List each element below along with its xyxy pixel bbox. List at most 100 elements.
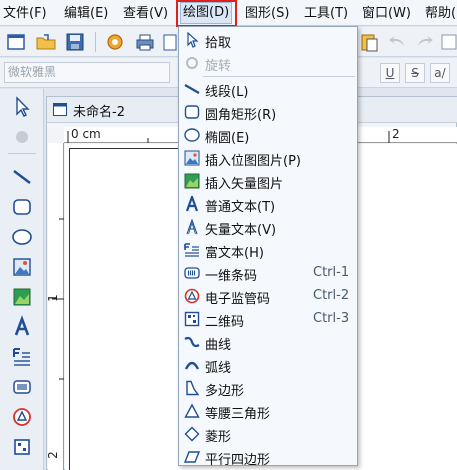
- menu-item-vector-image[interactable]: 插入矢量图片: [179, 170, 357, 193]
- ruler-label-2: 2: [392, 127, 400, 141]
- menu-item-plain-text[interactable]: 普通文本(T): [179, 193, 357, 216]
- menu-item-bitmap[interactable]: 插入位图图片(P): [179, 147, 357, 170]
- menu-item-label: 圆角矩形(R): [205, 108, 277, 123]
- text-tool-icon[interactable]: [10, 315, 34, 339]
- rich-text-icon: [184, 242, 200, 258]
- text-icon: [184, 193, 200, 212]
- bitmap-image-icon: [184, 150, 200, 166]
- draw-menu-dropdown: 拾取 旋转 线段(L) 圆角矩形(R) 椭圆(E) 插入位图图片(P) 插入矢量…: [178, 26, 358, 469]
- rich-text-tool-icon[interactable]: [10, 345, 34, 369]
- underline-button[interactable]: U: [380, 63, 400, 83]
- vertical-ruler-ticks: [52, 218, 64, 380]
- left-tool-panel: [0, 89, 44, 470]
- format-extra-button[interactable]: a/: [430, 63, 450, 83]
- document-icon: [53, 103, 67, 116]
- menu-help[interactable]: 帮助(: [425, 4, 456, 23]
- settings-gear-icon[interactable]: [104, 31, 126, 53]
- redo-icon[interactable]: [414, 31, 436, 53]
- menu-shape[interactable]: 图形(S): [245, 4, 289, 23]
- undo-icon[interactable]: [386, 31, 408, 53]
- menu-item-label: 矢量文本(V): [205, 223, 277, 238]
- new-file-icon[interactable]: [5, 31, 27, 53]
- line-segment-icon: [184, 81, 200, 97]
- menu-window[interactable]: 窗口(W): [362, 4, 411, 23]
- menu-item-label: 富文本(H): [205, 246, 264, 261]
- menu-edit[interactable]: 编辑(E): [64, 4, 108, 23]
- menu-item-label: 菱形: [205, 430, 232, 445]
- bitmap-tool-icon[interactable]: [10, 255, 34, 279]
- barcode-tool-icon[interactable]: [10, 375, 34, 399]
- page-left-border: [69, 148, 70, 470]
- strikethrough-button[interactable]: S: [405, 63, 425, 83]
- menu-view[interactable]: 查看(V): [123, 4, 168, 23]
- menu-item-rich-text[interactable]: 富文本(H): [179, 239, 357, 262]
- vector-image-icon: [184, 173, 200, 189]
- page-top-border: [69, 148, 179, 149]
- menu-item-line-segment[interactable]: 线段(L): [179, 78, 357, 101]
- menu-item-label: 拾取: [205, 36, 232, 51]
- menu-item-label: 等腰三角形: [205, 407, 271, 422]
- supervision-code-tool-icon[interactable]: [10, 405, 34, 429]
- menu-item-rounded-rect[interactable]: 圆角矩形(R): [179, 101, 357, 124]
- menu-item-label: 二维码: [205, 315, 245, 330]
- menu-item-label: 弧线: [205, 361, 232, 376]
- ruler-label-0: 0 cm: [71, 127, 101, 141]
- open-folder-icon[interactable]: [35, 31, 57, 53]
- menu-item-label: 一维条码: [205, 269, 258, 284]
- font-name-combo[interactable]: 微软雅黑: [4, 62, 170, 83]
- menu-item-barcode[interactable]: 一维条码 Ctrl-1: [179, 262, 357, 285]
- menu-item-pick[interactable]: 拾取: [179, 29, 357, 52]
- menu-item-label: 平行四边形: [205, 453, 271, 468]
- menu-separator: [203, 76, 355, 77]
- menu-item-label: 普通文本(T): [205, 200, 276, 215]
- vector-image-tool-icon[interactable]: [10, 285, 34, 309]
- menu-item-polygon[interactable]: 多边形: [179, 377, 357, 400]
- arc-icon: [184, 357, 200, 373]
- vertical-ruler-label-2: 2: [45, 451, 60, 459]
- paste-icon[interactable]: [358, 31, 380, 53]
- menu-item-label: 旋转: [205, 59, 232, 74]
- polygon-icon: [184, 380, 200, 396]
- menu-item-shortcut: Ctrl-3: [313, 311, 350, 326]
- menu-item-label: 线段(L): [205, 85, 249, 100]
- toolbar-separator: [95, 32, 96, 52]
- cursor-arrow-icon: [184, 31, 200, 48]
- line-tool-icon[interactable]: [10, 165, 34, 189]
- document-title: 未命名-2: [73, 105, 125, 120]
- menu-item-arc[interactable]: 弧线: [179, 354, 357, 377]
- qr-code-tool-icon[interactable]: [10, 435, 34, 459]
- ellipse-tool-icon[interactable]: [10, 225, 34, 249]
- menu-item-label: 椭圆(E): [205, 131, 250, 146]
- menu-item-triangle[interactable]: 等腰三角形: [179, 400, 357, 423]
- select-arrow-icon[interactable]: [10, 95, 34, 119]
- rectangle-tool-icon[interactable]: [10, 195, 34, 219]
- barcode-icon: [184, 265, 200, 281]
- menu-item-curve[interactable]: 曲线: [179, 331, 357, 354]
- save-icon[interactable]: [64, 31, 86, 53]
- menu-item-label: 曲线: [205, 338, 232, 353]
- panel-separator: [8, 153, 36, 154]
- menu-item-qr-code[interactable]: 二维码 Ctrl-3: [179, 308, 357, 331]
- vector-text-icon: [184, 218, 200, 235]
- rotate-tool-icon[interactable]: [10, 125, 34, 149]
- menu-item-label: 插入位图图片(P): [205, 154, 301, 169]
- menu-item-vector-text[interactable]: 矢量文本(V): [179, 216, 357, 239]
- curve-icon: [184, 334, 200, 350]
- menu-item-ellipse[interactable]: 椭圆(E): [179, 124, 357, 147]
- print-icon[interactable]: [134, 31, 156, 53]
- menu-item-label: 多边形: [205, 384, 245, 399]
- ellipse-icon: [184, 127, 200, 143]
- menu-item-diamond[interactable]: 菱形: [179, 423, 357, 446]
- qr-code-icon: [184, 311, 200, 327]
- toolbar-overflow-icon[interactable]: [440, 31, 457, 53]
- menu-item-rotate[interactable]: 旋转: [179, 52, 357, 75]
- rounded-rectangle-icon: [184, 104, 200, 120]
- menu-item-parallelogram[interactable]: 平行四边形: [179, 446, 357, 469]
- menu-tools[interactable]: 工具(T): [304, 4, 348, 23]
- rotate-icon: [184, 55, 200, 71]
- menu-file[interactable]: 文件(F): [3, 4, 47, 23]
- menu-item-label: 插入矢量图片: [205, 177, 284, 192]
- vertical-ruler-label-1: 1: [45, 294, 60, 302]
- menu-item-supervision-code[interactable]: 电子监管码 Ctrl-2: [179, 285, 357, 308]
- menu-item-shortcut: Ctrl-2: [313, 288, 350, 303]
